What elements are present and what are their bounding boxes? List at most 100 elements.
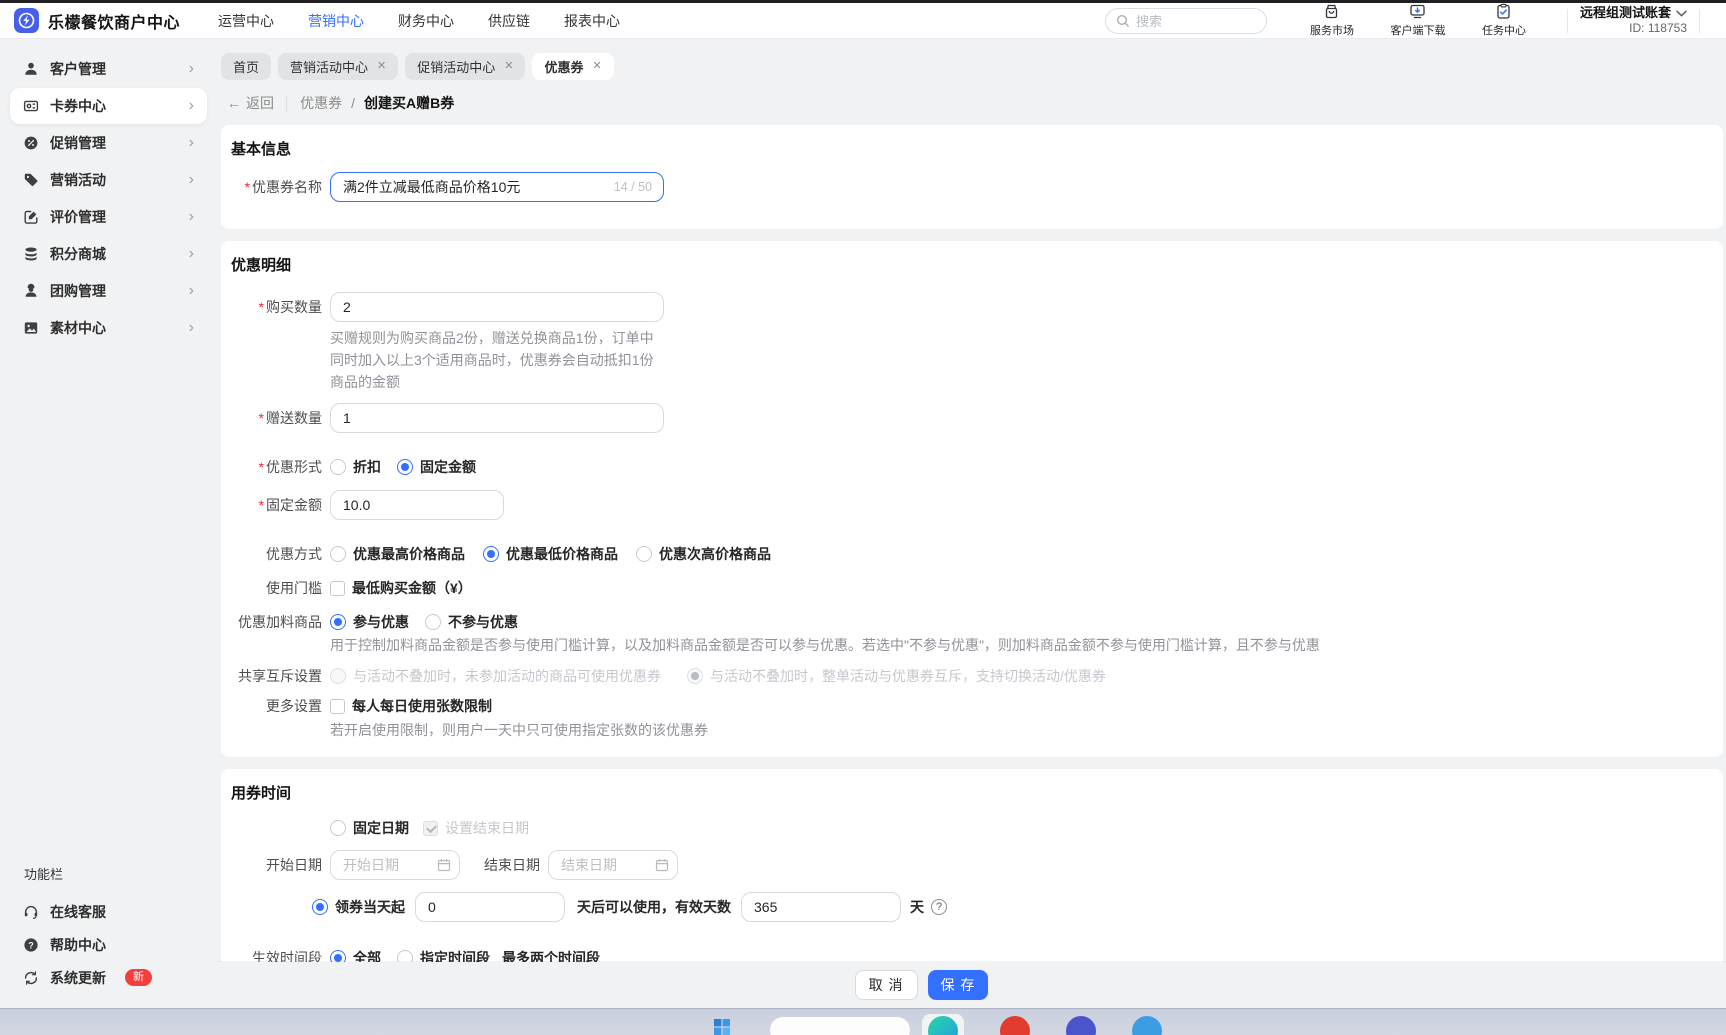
buy-qty-input[interactable] xyxy=(330,292,664,322)
gift-qty-input[interactable] xyxy=(330,403,664,433)
sidebar-item-card-coupon-center[interactable]: 卡券中心 › xyxy=(10,88,207,124)
task-center-label: 任务中心 xyxy=(1481,25,1526,37)
radio-discount-percent[interactable]: 折扣 xyxy=(330,457,381,477)
account-id: ID: 118753 xyxy=(1629,21,1687,36)
nav-supply-chain[interactable]: 供应链 xyxy=(488,11,530,31)
taskbar-app-icon[interactable] xyxy=(1000,1016,1030,1035)
service-market-label: 服务市场 xyxy=(1309,25,1354,37)
tab-home[interactable]: 首页 xyxy=(221,53,272,80)
fixed-amount-input[interactable] xyxy=(330,490,504,520)
topbar: 乐檬餐饮商户中心 运营中心 营销中心 财务中心 供应链 报表中心 搜索 服务市场… xyxy=(0,3,1726,39)
radio-mutex-exclusive: 与活动不叠加时，整单活动与优惠券互斥，支持切换活动/优惠券 xyxy=(687,666,1106,686)
delay-days-input[interactable] xyxy=(415,892,565,922)
search-placeholder: 搜索 xyxy=(1135,14,1162,29)
fixed-amount-label: 固定金额 xyxy=(221,495,322,515)
checkbox-daily-limit[interactable]: 每人每日使用张数限制 xyxy=(330,696,492,716)
system-update-item[interactable]: 系统更新 新 xyxy=(0,961,217,994)
radio-label: 与活动不叠加时，整单活动与优惠券互斥，支持切换活动/优惠券 xyxy=(710,668,1106,684)
radio-label: 固定日期 xyxy=(353,820,409,836)
taskbar-app-icon[interactable] xyxy=(1066,1016,1096,1035)
sidebar-item-reviews[interactable]: 评价管理 › xyxy=(10,199,207,235)
radio-icon xyxy=(330,546,346,562)
sidebar-item-label: 营销活动 xyxy=(50,172,106,188)
chevron-right-icon: › xyxy=(188,245,194,262)
close-icon[interactable]: ✕ xyxy=(504,61,513,72)
back-button[interactable]: ← 返回 xyxy=(227,93,274,113)
calendar-icon[interactable] xyxy=(437,858,451,872)
task-center-button[interactable]: 任务中心 xyxy=(1473,3,1535,38)
close-icon[interactable]: ✕ xyxy=(377,61,386,72)
ticket-icon xyxy=(23,98,39,114)
breadcrumb: ← 返回 │ 优惠券 / 创建买A赠B券 xyxy=(227,93,1726,113)
close-icon[interactable]: ✕ xyxy=(593,61,602,72)
chevron-right-icon: › xyxy=(188,208,194,225)
radio-from-receive-day[interactable]: 领券当天起 xyxy=(312,897,405,917)
discount-detail-title: 优惠明细 xyxy=(231,257,292,274)
help-circle-icon[interactable]: ? xyxy=(931,899,947,915)
account-switcher[interactable]: 远程组测试账套 ID: 118753 xyxy=(1580,5,1687,36)
radio-label: 优惠最高价格商品 xyxy=(353,546,465,562)
tab-promotion-activity-center[interactable]: 促销活动中心 ✕ xyxy=(405,53,526,80)
tag-icon xyxy=(23,172,39,188)
nav-marketing-center[interactable]: 营销中心 xyxy=(308,11,364,31)
radio-highest-price[interactable]: 优惠最高价格商品 xyxy=(330,544,465,564)
discount-form-label: 优惠形式 xyxy=(221,457,322,477)
client-download-button[interactable]: 客户端下载 xyxy=(1387,3,1449,38)
radio-icon xyxy=(636,546,652,562)
radio-lowest-price[interactable]: 优惠最低价格商品 xyxy=(483,544,618,564)
coins-icon xyxy=(23,246,39,262)
cancel-button[interactable]: 取 消 xyxy=(854,970,918,1000)
nav-finance-center[interactable]: 财务中心 xyxy=(398,11,454,31)
checkbox-icon xyxy=(330,580,345,596)
gift-qty-label: 赠送数量 xyxy=(221,408,322,428)
radio-second-highest-price[interactable]: 优惠次高价格商品 xyxy=(636,544,771,564)
tab-marketing-activity-center[interactable]: 营销活动中心 ✕ xyxy=(278,53,399,80)
sidebar-item-customers[interactable]: 客户管理 › xyxy=(10,51,207,87)
chevron-right-icon: › xyxy=(188,319,194,336)
service-market-button[interactable]: 服务市场 xyxy=(1301,3,1363,38)
coupon-time-title: 用券时间 xyxy=(231,785,292,802)
calendar-icon[interactable] xyxy=(655,858,669,872)
mutex-label: 共享互斥设置 xyxy=(238,668,322,684)
checkbox-min-purchase[interactable]: 最低购买金额（¥） xyxy=(330,578,472,598)
taskbar-app-icon[interactable] xyxy=(1132,1016,1162,1035)
windows-start-icon[interactable] xyxy=(714,1019,730,1035)
online-service-label: 在线客服 xyxy=(50,903,106,920)
breadcrumb-parent[interactable]: 优惠券 xyxy=(300,93,342,113)
sidebar-item-group-buy[interactable]: 团购管理 › xyxy=(10,273,207,309)
window-top-edge xyxy=(0,0,1726,3)
task-icon xyxy=(1495,3,1512,20)
radio-icon xyxy=(483,546,499,562)
radio-fixed-date[interactable]: 固定日期 xyxy=(330,818,409,838)
valid-days-input[interactable] xyxy=(741,892,901,922)
online-service-item[interactable]: 在线客服 xyxy=(0,895,217,928)
sidebar-item-marketing[interactable]: 营销活动 › xyxy=(10,162,207,198)
hint-line: 商品的金额 xyxy=(330,374,400,390)
user-icon xyxy=(23,61,39,77)
taskbar-search[interactable] xyxy=(770,1017,910,1035)
arrow-left-icon: ← xyxy=(227,95,241,111)
search-icon xyxy=(1116,14,1130,28)
group-icon xyxy=(23,283,39,299)
nav-operation-center[interactable]: 运营中心 xyxy=(218,11,274,31)
search-input[interactable]: 搜索 xyxy=(1104,7,1267,34)
refresh-icon xyxy=(23,970,39,986)
more-settings-label: 更多设置 xyxy=(266,698,322,714)
tab-coupon[interactable]: 优惠券 ✕ xyxy=(532,53,614,80)
radio-fixed-amount[interactable]: 固定金额 xyxy=(397,457,476,477)
save-button[interactable]: 保 存 xyxy=(927,970,989,1000)
sidebar-item-promotion[interactable]: 促销管理 › xyxy=(10,125,207,161)
sidebar-item-points-mall[interactable]: 积分商城 › xyxy=(10,236,207,272)
radio-topping-join[interactable]: 参与优惠 xyxy=(330,612,409,632)
help-center-item[interactable]: ? 帮助中心 xyxy=(0,928,217,961)
radio-label: 领券当天起 xyxy=(335,899,405,915)
radio-mutex-usable: 与活动不叠加时，未参加活动的商品可使用优惠券 xyxy=(330,666,661,686)
sidebar-item-label: 评价管理 xyxy=(50,209,106,225)
basic-info-card: 基本信息 优惠券名称 14 / 50 xyxy=(221,125,1723,229)
help-center-label: 帮助中心 xyxy=(50,936,106,953)
sidebar-item-material-center[interactable]: 素材中心 › xyxy=(10,310,207,346)
radio-topping-not-join[interactable]: 不参与优惠 xyxy=(425,612,518,632)
nav-report-center[interactable]: 报表中心 xyxy=(564,11,620,31)
store-icon xyxy=(1323,3,1340,20)
brand-title: 乐檬餐饮商户中心 xyxy=(48,14,181,32)
